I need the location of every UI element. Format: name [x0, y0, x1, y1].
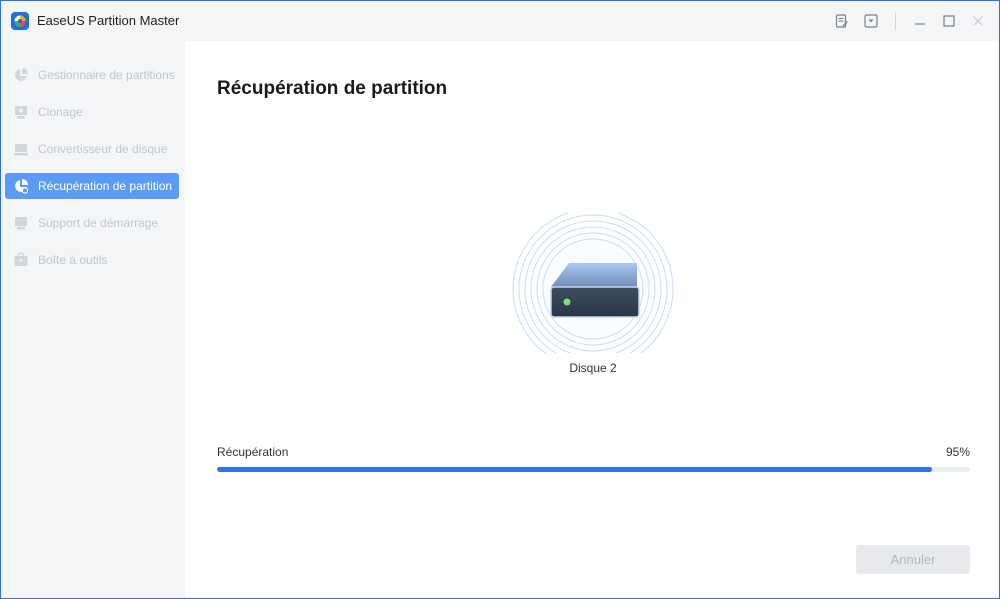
notes-icon[interactable]: [832, 11, 852, 31]
main-panel: Récupération de partition Disque 2 Récup…: [185, 41, 999, 598]
app-window: EaseUS Partition Master Gestionnaire de …: [0, 0, 1000, 599]
sidebar-item-label: Support de démarrage: [38, 216, 159, 230]
sidebar-item-label: Clonage: [38, 105, 83, 119]
sidebar-item-label: Convertisseur de disque: [38, 142, 168, 156]
sidebar-item-boot-media[interactable]: Support de démarrage: [5, 210, 179, 236]
close-icon[interactable]: [968, 11, 988, 31]
easeus-logo-icon: [11, 12, 29, 30]
sidebar: Gestionnaire de partitions Clonage Conve…: [1, 41, 185, 598]
sidebar-item-label: Boîte à outils: [38, 253, 108, 267]
boot-media-icon: [12, 214, 30, 232]
progress-fill: [217, 467, 933, 472]
sidebar-item-partition-manager[interactable]: Gestionnaire de partitions: [5, 62, 179, 88]
sidebar-item-disk-converter[interactable]: Convertisseur de disque: [5, 136, 179, 162]
cancel-button[interactable]: Annuler: [856, 545, 970, 574]
title-bar: EaseUS Partition Master: [1, 1, 999, 41]
progress-bar: [217, 467, 970, 472]
sidebar-item-label: Récupération de partition: [38, 179, 173, 193]
pie-chart-icon: [12, 66, 30, 84]
page-title: Récupération de partition: [217, 78, 448, 99]
progress-percent: 95%: [945, 445, 970, 459]
partition-recovery-icon: [12, 177, 30, 195]
sidebar-item-partition-recovery[interactable]: Récupération de partition: [5, 173, 179, 199]
app-title: EaseUS Partition Master: [37, 13, 180, 28]
minimize-icon[interactable]: [910, 11, 930, 31]
sidebar-item-toolbox[interactable]: Boîte à outils: [5, 247, 179, 273]
toolbox-icon: [12, 251, 30, 269]
disk-label: Disque 2: [569, 361, 617, 375]
sidebar-item-cloning[interactable]: Clonage: [5, 99, 179, 125]
disk-convert-icon: [12, 140, 30, 158]
dropdown-icon[interactable]: [861, 11, 881, 31]
maximize-icon[interactable]: [939, 11, 959, 31]
clone-icon: [12, 103, 30, 121]
titlebar-divider: [895, 12, 896, 30]
progress-label: Récupération: [217, 445, 289, 459]
disk-scan-illustration: [507, 207, 679, 371]
sidebar-item-label: Gestionnaire de partitions: [38, 68, 175, 82]
